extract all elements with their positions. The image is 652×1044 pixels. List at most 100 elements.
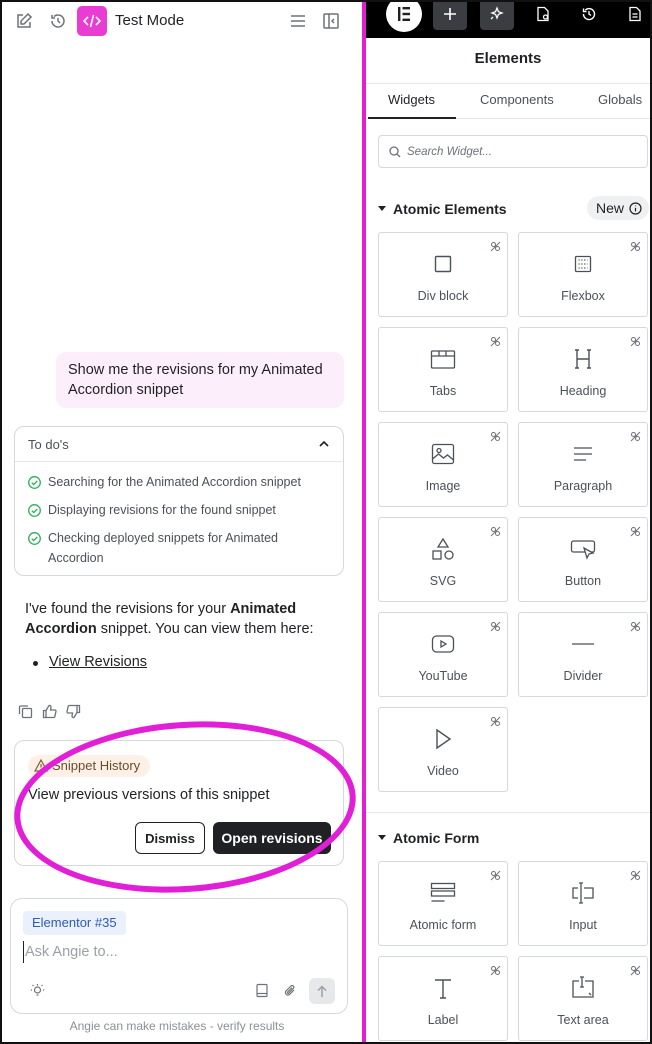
library-icon[interactable] (255, 983, 271, 999)
composer: Elementor #35 (10, 898, 348, 1014)
angie-chat-panel: Test Mode Show me the revisions for my A… (2, 2, 362, 1042)
pro-lock-icon (490, 429, 501, 442)
tab-components[interactable]: Components (480, 92, 554, 107)
widget-text-area[interactable]: Text area (518, 956, 648, 1041)
widget-flexbox[interactable]: Flexbox (518, 232, 648, 317)
widget-button[interactable]: Button (518, 517, 648, 602)
divider (366, 83, 650, 84)
history-description: View previous versions of this snippet (28, 787, 270, 803)
widget-youtube[interactable]: YouTube (378, 612, 508, 697)
todo-item: Searching for the Animated Accordion sni… (28, 472, 328, 492)
button-icon (570, 536, 596, 562)
widget-paragraph[interactable]: Paragraph (518, 422, 648, 507)
elements-panel: Elements Widgets Components Globals Atom… (366, 2, 650, 1042)
elementor-logo-icon[interactable] (386, 2, 422, 32)
prompt-input[interactable] (23, 941, 323, 963)
pro-lock-icon (490, 714, 501, 727)
document-icon[interactable] (618, 2, 650, 30)
play-icon (430, 726, 456, 752)
widget-tabs[interactable]: Tabs (378, 327, 508, 412)
pro-lock-icon (630, 334, 641, 347)
todo-item: Displaying revisions for the found snipp… (28, 500, 328, 520)
widget-search (378, 135, 648, 168)
pro-lock-icon (630, 239, 641, 252)
new-badge[interactable]: New (587, 196, 650, 220)
pro-lock-icon (490, 619, 501, 632)
attachment-icon[interactable] (283, 983, 299, 999)
pro-lock-icon (630, 963, 641, 976)
collapse-panel-icon[interactable] (321, 11, 341, 31)
mode-title: Test Mode (115, 12, 185, 29)
view-revisions-link[interactable]: View Revisions (49, 654, 147, 670)
textarea-icon (570, 975, 596, 1001)
thumbs-down-icon[interactable] (66, 704, 82, 720)
widget-atomic-form[interactable]: Atomic form (378, 861, 508, 946)
widget-div-block[interactable]: Div block (378, 232, 508, 317)
chat-topbar: Test Mode (2, 2, 362, 40)
open-revisions-button[interactable]: Open revisions (213, 822, 331, 854)
widget-video[interactable]: Video (378, 707, 508, 792)
paragraph-icon (570, 441, 596, 467)
assistant-answer: I've found the revisions for your Animat… (25, 601, 314, 637)
active-tab-indicator (368, 117, 456, 119)
check-circle-icon (28, 532, 41, 545)
pro-lock-icon (490, 524, 501, 537)
shapes-icon (430, 536, 456, 562)
dismiss-button[interactable]: Dismiss (135, 822, 205, 854)
text-t-icon (430, 975, 456, 1001)
divider (366, 812, 650, 813)
widget-svg[interactable]: SVG (378, 517, 508, 602)
warning-icon (34, 759, 48, 772)
thumbs-up-icon[interactable] (42, 704, 58, 720)
divider (15, 461, 343, 462)
pro-lock-icon (490, 239, 501, 252)
pro-lock-icon (630, 429, 641, 442)
search-icon (389, 146, 401, 158)
revisions-history-icon[interactable] (572, 2, 606, 30)
section-atomic-elements[interactable]: Atomic Elements (378, 201, 507, 217)
image-icon (430, 441, 456, 467)
add-element-icon[interactable] (433, 2, 467, 30)
answer-list: View Revisions (33, 654, 147, 670)
widget-label[interactable]: Label (378, 956, 508, 1041)
widget-divider[interactable]: Divider (518, 612, 648, 697)
search-input[interactable] (407, 143, 637, 161)
pro-lock-icon (630, 524, 641, 537)
pro-lock-icon (490, 334, 501, 347)
tab-widgets[interactable]: Widgets (388, 92, 435, 107)
context-chip[interactable]: Elementor #35 (23, 911, 126, 935)
widget-image[interactable]: Image (378, 422, 508, 507)
lightbulb-icon[interactable] (30, 983, 46, 999)
section-atomic-form[interactable]: Atomic Form (378, 830, 479, 846)
widget-heading[interactable]: Heading (518, 327, 648, 412)
caret-down-icon (378, 835, 386, 840)
tabs-icon (430, 346, 456, 372)
pro-lock-icon (630, 619, 641, 632)
arrow-up-icon (317, 984, 327, 997)
flexbox-icon (570, 251, 596, 277)
snippet-history-badge: Snippet History (28, 755, 151, 777)
chevron-up-icon[interactable] (317, 437, 331, 451)
menu-icon[interactable] (288, 11, 308, 31)
todo-card: To do's Searching for the Animated Accor… (14, 426, 344, 576)
editor-topbar (366, 2, 650, 38)
check-circle-icon (28, 476, 41, 489)
user-message: Show me the revisions for my Animated Ac… (56, 352, 344, 408)
code-mode-icon[interactable] (77, 6, 107, 36)
history-icon[interactable] (48, 11, 68, 31)
pro-lock-icon (490, 868, 501, 881)
divider-icon (570, 631, 596, 657)
todo-item: Checking deployed snippets for Animated … (28, 528, 328, 568)
new-chat-icon[interactable] (14, 11, 34, 31)
square-icon (430, 251, 456, 277)
caret-down-icon (378, 206, 386, 211)
youtube-icon (430, 631, 456, 657)
copy-icon[interactable] (18, 704, 34, 720)
send-button[interactable] (309, 978, 335, 1004)
info-icon (629, 201, 642, 215)
ai-sparkle-icon[interactable] (480, 2, 514, 30)
widget-input[interactable]: Input (518, 861, 648, 946)
tab-globals[interactable]: Globals (598, 92, 642, 107)
page-settings-icon[interactable] (526, 2, 560, 30)
form-icon (430, 880, 456, 906)
